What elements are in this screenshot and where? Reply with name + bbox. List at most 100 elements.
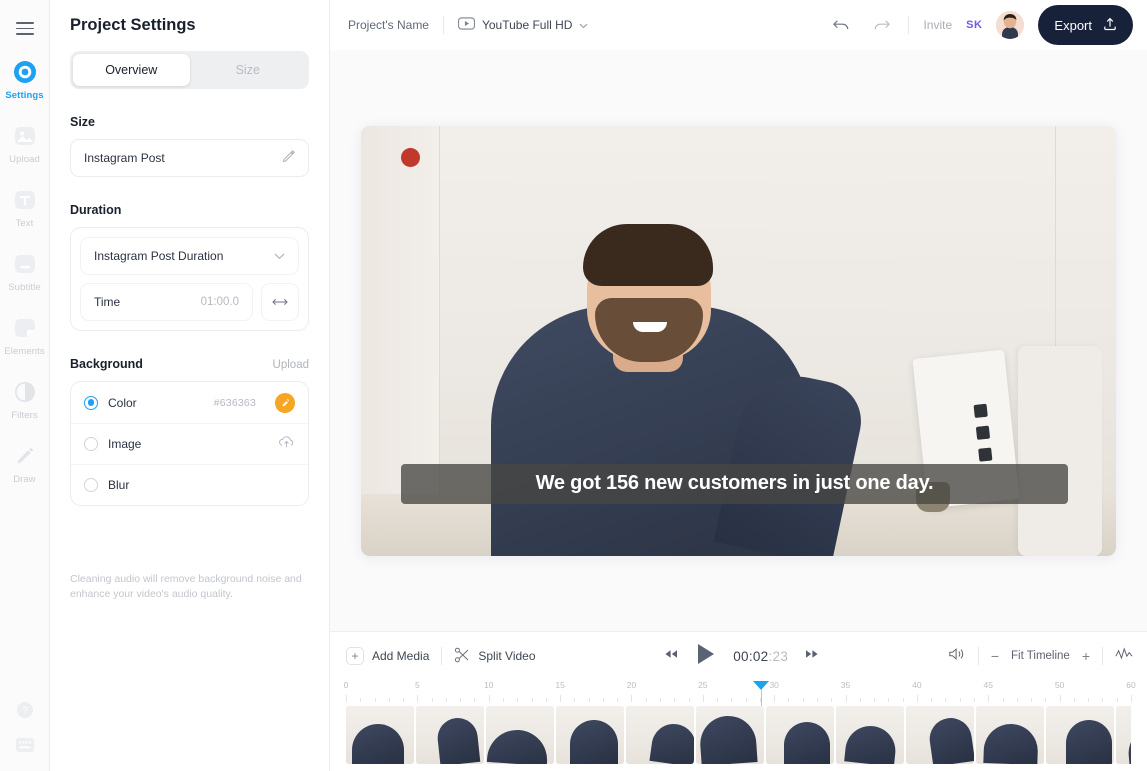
ruler-tick-minor [1031, 698, 1033, 702]
preview-stage: We got 156 new customers in just one day… [330, 50, 1147, 631]
add-media-button[interactable]: + Add Media [346, 647, 429, 665]
divider [442, 16, 444, 34]
zoom-controls: − Fit Timeline + [991, 648, 1090, 664]
sidebar-item-draw[interactable]: Draw [0, 443, 50, 485]
redo-arrow-icon[interactable] [868, 12, 894, 38]
main-area: Project's Name YouTube Full HD Invite SK… [330, 0, 1147, 771]
filmstrip-frame[interactable] [416, 706, 484, 764]
video-preview[interactable]: We got 156 new customers in just one day… [361, 125, 1116, 556]
skip-back-icon[interactable] [663, 647, 679, 665]
ruler-tick-major [916, 695, 918, 702]
timeline-ruler[interactable]: 0 5 10 15 20 25 30 35 40 45 50 60 [344, 680, 1136, 760]
sidebar-item-filters[interactable]: Filters [0, 379, 50, 421]
export-label: Export [1054, 17, 1092, 33]
radio-blur[interactable] [84, 478, 98, 492]
sidebar-item-subtitle[interactable]: Subtitle [0, 251, 50, 293]
preset-label: YouTube Full HD [481, 18, 573, 32]
ruler-tick-minor [460, 698, 462, 702]
sidebar-item-settings[interactable]: Settings [0, 59, 50, 101]
ruler-tick-minor [945, 698, 947, 702]
help-question-icon[interactable]: ? [16, 701, 34, 724]
fit-timeline-label[interactable]: Fit Timeline [1011, 650, 1070, 662]
invite-button[interactable]: Invite [923, 18, 952, 32]
duration-preset-value: Instagram Post Duration [94, 249, 224, 263]
filmstrip-frame[interactable] [836, 706, 904, 764]
add-media-label: Add Media [372, 649, 430, 663]
ruler-tick-major [774, 695, 776, 702]
filmstrip-frame[interactable] [976, 706, 1044, 764]
chevron-down-icon [274, 249, 285, 263]
elements-shape-icon [12, 315, 38, 341]
split-video-button[interactable]: Split Video [454, 647, 536, 666]
filmstrip-frame[interactable] [346, 706, 414, 764]
ruler-tick-minor [817, 698, 818, 702]
time-field[interactable]: Time 01:00.0 [80, 283, 253, 321]
playhead[interactable] [753, 681, 770, 690]
background-option-image[interactable]: Image [71, 423, 308, 464]
color-picker-icon[interactable] [275, 392, 295, 413]
ruler-tick-minor [660, 698, 661, 702]
ruler-label: 30 [769, 680, 779, 690]
filmstrip-frame[interactable] [1046, 706, 1114, 764]
radio-image[interactable] [84, 437, 98, 451]
plus-icon[interactable]: + [1082, 648, 1090, 664]
size-field[interactable]: Instagram Post [70, 139, 309, 177]
svg-text:?: ? [22, 706, 28, 717]
filmstrip-frame[interactable] [696, 706, 764, 764]
pencil-icon[interactable] [282, 150, 295, 166]
project-name[interactable]: Project's Name [348, 18, 429, 32]
sidebar-item-elements[interactable]: Elements [0, 315, 50, 357]
play-icon[interactable] [695, 642, 717, 671]
current-time-main: 00:02 [733, 648, 769, 664]
ruler-tick-minor [974, 698, 975, 702]
avatar[interactable] [996, 11, 1025, 39]
timeline-filmstrip[interactable]: + [346, 706, 1131, 766]
filmstrip-frame[interactable] [626, 706, 694, 764]
keyboard-shortcuts-icon[interactable] [16, 738, 34, 757]
divider [441, 647, 443, 665]
minus-icon[interactable]: − [991, 648, 999, 664]
youtube-play-icon [458, 17, 475, 33]
filmstrip-frame[interactable] [556, 706, 624, 764]
filmstrip-frame[interactable] [1116, 706, 1131, 764]
duration-preset-select[interactable]: Instagram Post Duration [80, 237, 299, 275]
undo-arrow-icon[interactable] [828, 12, 854, 38]
filmstrip-frame[interactable] [766, 706, 834, 764]
ruler-tick-major [845, 695, 847, 702]
ruler-tick-minor [645, 698, 647, 702]
preset-selector[interactable]: YouTube Full HD [458, 17, 589, 33]
cloud-upload-icon[interactable] [278, 435, 295, 454]
ruler-tick-major [488, 695, 490, 702]
filmstrip-frame[interactable] [486, 706, 554, 764]
ruler-label: 60 [1126, 680, 1136, 690]
video-caption[interactable]: We got 156 new customers in just one day… [401, 463, 1068, 504]
background-upload-link[interactable]: Upload [273, 359, 309, 371]
filmstrip-frame[interactable] [906, 706, 974, 764]
speaker-volume-icon[interactable] [948, 646, 966, 667]
background-section-label: Background [70, 357, 143, 371]
divider [908, 16, 910, 34]
ruler-label: 40 [912, 680, 922, 690]
draw-pencil-icon [12, 443, 38, 469]
sidebar-item-text[interactable]: Text [0, 187, 50, 229]
sidebar-item-upload[interactable]: Upload [0, 123, 50, 165]
radio-color[interactable] [84, 395, 98, 410]
sidebar-item-label: Elements [4, 346, 45, 357]
ruler-tick-minor [374, 698, 376, 702]
tab-overview[interactable]: Overview [73, 54, 190, 86]
background-option-blur[interactable]: Blur [71, 464, 308, 505]
ruler-label: 10 [483, 680, 494, 690]
ruler-tick-minor [859, 698, 861, 702]
ruler-tick-minor [474, 698, 476, 702]
skip-forward-icon[interactable] [804, 647, 820, 665]
export-button[interactable]: Export [1038, 5, 1133, 45]
background-option-label: Blur [108, 478, 130, 492]
tab-size[interactable]: Size [190, 54, 307, 86]
audio-waveform-icon[interactable] [1115, 646, 1133, 666]
project-settings-panel: Project Settings Overview Size Size Inst… [50, 0, 330, 771]
hamburger-icon[interactable] [15, 22, 34, 35]
collaborator-initials[interactable]: SK [966, 19, 982, 31]
arrows-horizontal-icon[interactable] [261, 283, 299, 321]
image-upload-icon [12, 123, 38, 149]
background-option-color[interactable]: Color #636363 [71, 382, 308, 423]
